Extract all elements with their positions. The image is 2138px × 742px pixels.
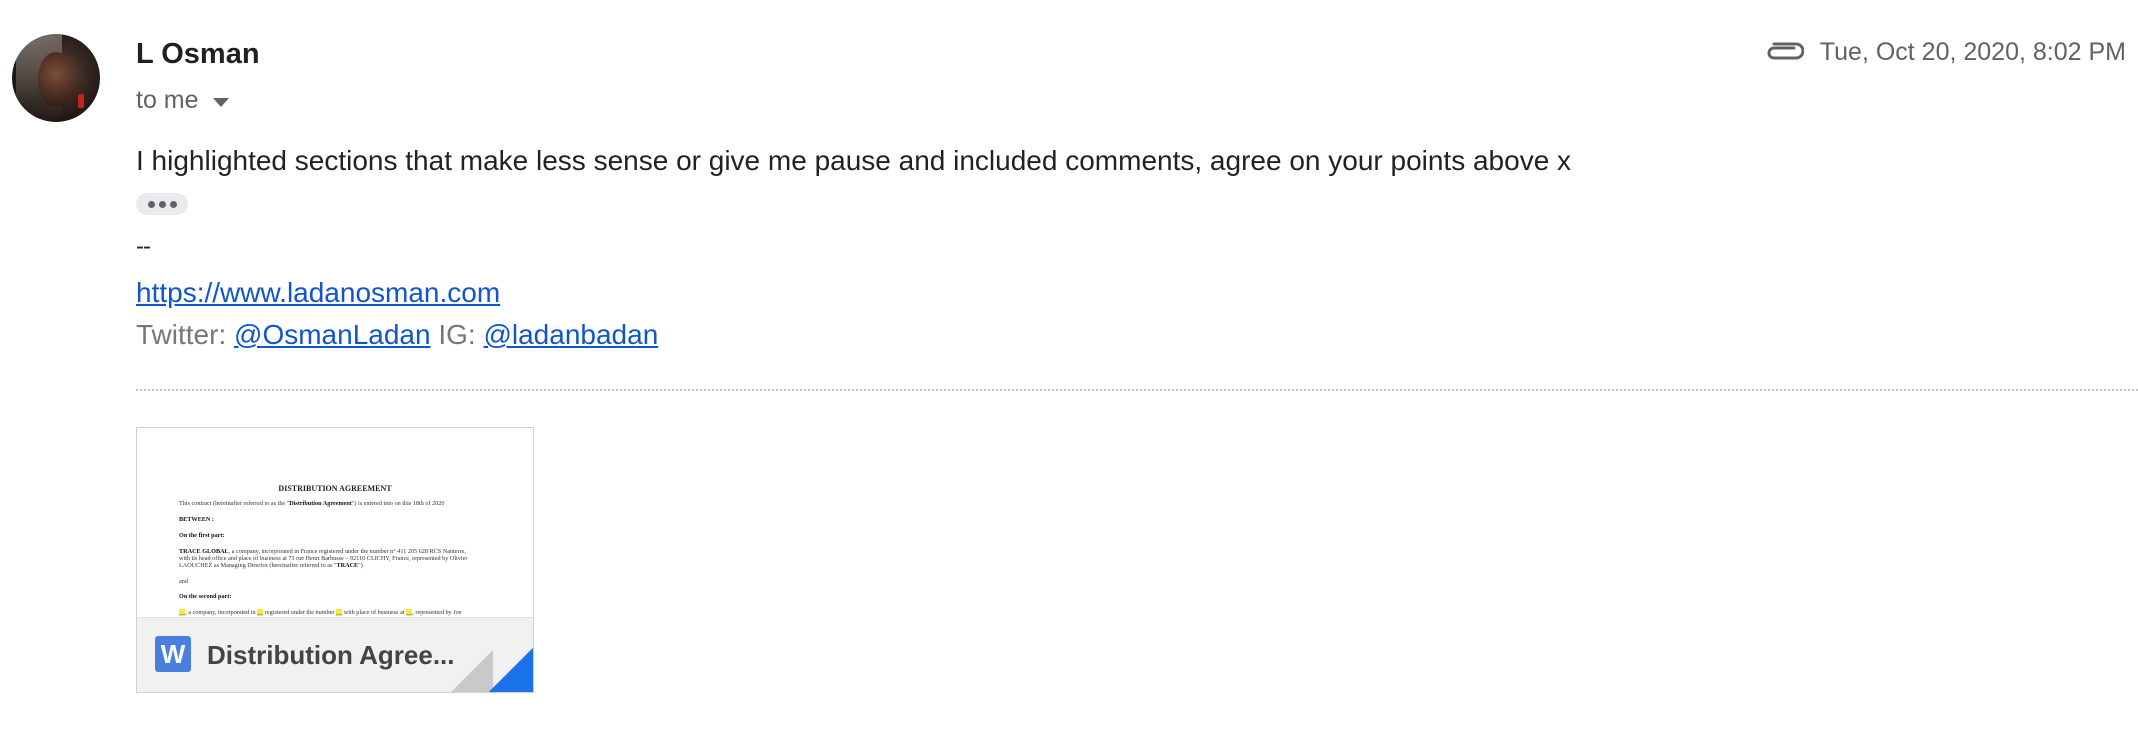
attachment-card[interactable]: DISTRIBUTION AGREEMENT This contract (he… bbox=[136, 427, 534, 693]
instagram-label: IG: bbox=[430, 319, 484, 350]
preview-line: On the first part: bbox=[179, 532, 225, 539]
signature-social: Twitter: @OsmanLadan IG: @ladanbadan bbox=[136, 319, 658, 351]
message-timestamp: Tue, Oct 20, 2020, 8:02 PM bbox=[1819, 38, 2126, 66]
recipient-label: to me bbox=[136, 86, 199, 114]
preview-line: BETWEEN : bbox=[179, 516, 214, 523]
dot-icon bbox=[158, 200, 166, 208]
page-fold-icon bbox=[451, 650, 493, 692]
chevron-down-icon[interactable] bbox=[212, 98, 229, 107]
message-meta: Tue, Oct 20, 2020, 8:02 PM bbox=[1764, 38, 2126, 67]
sender-avatar[interactable] bbox=[12, 34, 100, 122]
avatar-face bbox=[38, 52, 74, 106]
sender-name[interactable]: L Osman bbox=[136, 38, 260, 71]
twitter-link[interactable]: @OsmanLadan bbox=[234, 319, 431, 350]
dot-icon bbox=[147, 200, 155, 208]
instagram-link[interactable]: @ladanbadan bbox=[483, 319, 658, 350]
show-trimmed-content-button[interactable] bbox=[136, 193, 188, 215]
attachment-footer: W Distribution Agree... bbox=[137, 617, 533, 692]
corner-accent-icon bbox=[489, 648, 533, 692]
attachment-name: Distribution Agree... bbox=[207, 640, 455, 670]
preview-line: with its head office and place of busine… bbox=[179, 555, 468, 562]
preview-line: LAOUCHEZ as Managing Director (hereinaft… bbox=[179, 562, 363, 569]
attachment-preview: DISTRIBUTION AGREEMENT This contract (he… bbox=[137, 428, 533, 618]
preview-line: On the second part: bbox=[179, 593, 232, 600]
preview-line: __, a company, incorporated in __ regist… bbox=[179, 609, 462, 616]
recipient-details-toggle[interactable]: to me bbox=[136, 86, 229, 115]
word-document-icon: W bbox=[155, 636, 191, 672]
message-body: I highlighted sections that make less se… bbox=[136, 145, 1572, 176]
website-link[interactable]: https://www.ladanosman.com bbox=[136, 277, 500, 309]
avatar-accent bbox=[78, 94, 84, 108]
preview-title: DISTRIBUTION AGREEMENT bbox=[278, 484, 392, 493]
preview-line: This contract (hereinafter referred to a… bbox=[179, 500, 445, 507]
attachments-divider bbox=[136, 389, 2138, 391]
preview-line: TRACE GLOBAL, a company, incorporated in… bbox=[179, 548, 466, 555]
paperclip-icon bbox=[1764, 42, 1804, 64]
twitter-label: Twitter: bbox=[136, 319, 235, 350]
signature-separator: -- bbox=[136, 233, 151, 260]
dot-icon bbox=[169, 200, 177, 208]
preview-line: and bbox=[179, 578, 188, 585]
